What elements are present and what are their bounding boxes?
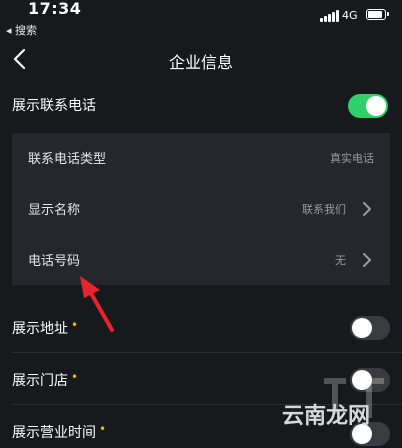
back-to-app-link[interactable]: ◂ 搜索	[6, 22, 37, 38]
nav-bar: 企业信息	[0, 38, 402, 82]
phone-number-row[interactable]: 电话号码 无	[12, 235, 390, 285]
required-dot: •	[71, 318, 79, 332]
phone-type-label: 联系电话类型	[28, 152, 107, 167]
divider	[12, 352, 402, 353]
show-phone-toggle[interactable]	[348, 94, 388, 118]
show-address-label: 展示地址 •	[12, 318, 79, 337]
chevron-right-icon	[363, 202, 371, 216]
show-hours-label: 展示营业时间 •	[12, 422, 107, 441]
show-phone-row: 展示联系电话	[0, 88, 402, 128]
phone-type-value: 真实电话	[330, 152, 374, 165]
phone-type-row[interactable]: 联系电话类型 真实电话	[12, 133, 390, 183]
required-dot: •	[71, 370, 79, 384]
chevron-right-icon	[363, 253, 371, 267]
show-address-row: 展示地址 •	[0, 306, 402, 350]
network-type: 4G	[342, 9, 358, 22]
status-bar: 17:34 ◂ 搜索 4G	[0, 0, 402, 38]
status-time: 17:34	[28, 0, 82, 18]
phone-details-panel: 联系电话类型 真实电话 显示名称 联系我们 电话号码 无	[12, 133, 390, 285]
watermark-text: 云南龙网	[282, 404, 371, 429]
phone-number-label: 电话号码	[28, 254, 81, 269]
show-address-toggle[interactable]	[350, 316, 390, 340]
show-phone-label: 展示联系电话	[12, 98, 96, 114]
display-name-row[interactable]: 显示名称 联系我们	[12, 184, 390, 234]
battery-icon	[366, 9, 389, 20]
page-title: 企业信息	[168, 53, 233, 72]
required-dot: •	[99, 422, 107, 436]
display-name-value: 联系我们	[302, 203, 346, 216]
display-name-label: 显示名称	[28, 203, 81, 218]
signal-icon	[320, 10, 340, 22]
phone-number-value: 无	[335, 254, 346, 267]
show-store-label: 展示门店 •	[12, 370, 79, 389]
